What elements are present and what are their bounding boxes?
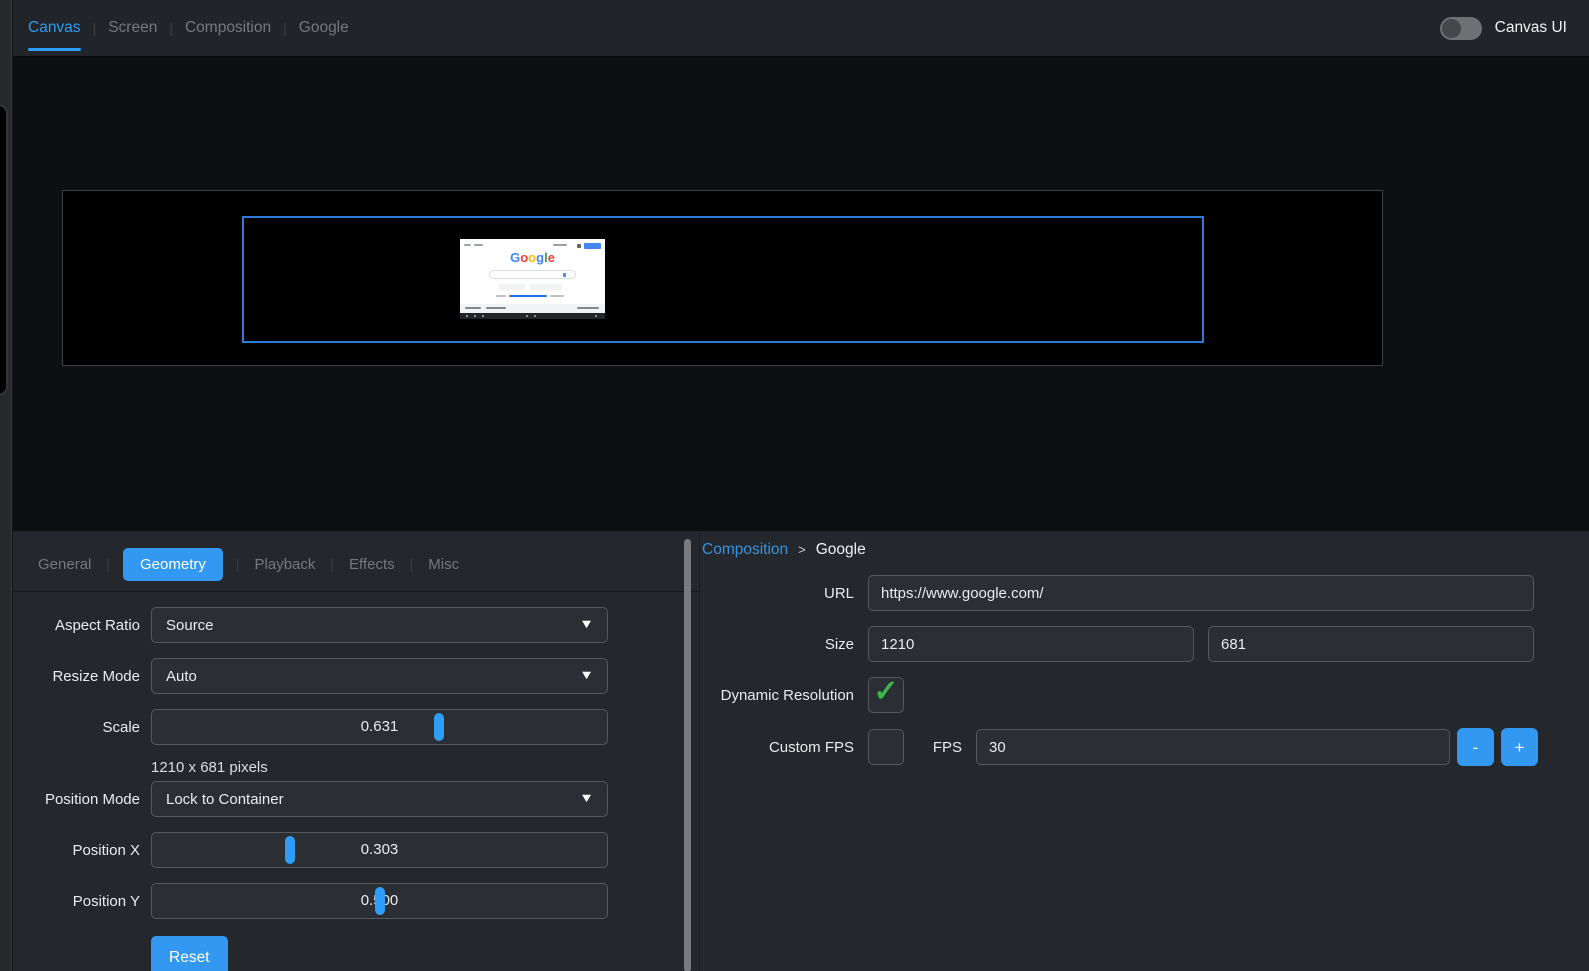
tab-separator: | [169, 20, 173, 36]
tab-separator: | [410, 556, 414, 572]
clipped-side-panel [0, 104, 8, 396]
layer-selection-box[interactable]: Google [242, 216, 1204, 343]
position-y-slider[interactable]: 0.500 [151, 883, 608, 919]
thumbnail-footer [460, 304, 605, 313]
canvas-ui-toggle-label: Canvas UI [1495, 19, 1567, 37]
top-bar: Canvas | Screen | Composition | Google [13, 0, 1589, 57]
tab-screen-label: Screen [108, 19, 157, 37]
app-window: Canvas | Screen | Composition | Google [0, 0, 1589, 971]
breadcrumb-separator-icon: > [798, 542, 806, 557]
resize-mode-value: Auto [166, 668, 197, 685]
thumbnail-topbar-text [474, 244, 483, 246]
tab-composition[interactable]: Composition [185, 0, 271, 56]
left-edge-gutter [0, 0, 12, 971]
tab-misc[interactable]: Misc [426, 548, 461, 581]
url-input[interactable] [868, 575, 1534, 611]
thumbnail-google-logo: Google [460, 251, 605, 264]
left-panel-scrollbar[interactable] [684, 539, 691, 971]
google-layer-thumbnail[interactable]: Google [460, 239, 605, 319]
aspect-ratio-dropdown[interactable]: Source ▼ [151, 607, 608, 643]
thumbnail-taskbar [460, 313, 605, 319]
canvas-ui-toggle-group: Canvas UI [1440, 17, 1567, 40]
position-x-slider-thumb[interactable] [285, 836, 295, 864]
check-icon: ✓ [873, 677, 898, 707]
tab-separator: | [93, 20, 97, 36]
dynamic-resolution-checkbox[interactable]: ✓ [868, 677, 904, 713]
breadcrumb: Composition > Google [702, 539, 1589, 560]
tab-canvas[interactable]: Canvas [28, 0, 81, 56]
position-x-slider[interactable]: 0.303 [151, 832, 608, 868]
main-area: Canvas | Screen | Composition | Google [13, 0, 1589, 971]
fps-input[interactable] [976, 729, 1450, 765]
tab-separator: | [106, 556, 110, 572]
thumbnail-search-button [499, 284, 525, 290]
active-tab-underline [28, 48, 81, 51]
chevron-down-icon: ▼ [579, 617, 594, 631]
aspect-ratio-value: Source [166, 617, 214, 634]
custom-fps-checkbox[interactable] [868, 729, 904, 765]
tab-google[interactable]: Google [299, 0, 349, 56]
canvas-stage[interactable]: Google [62, 190, 1383, 366]
aspect-ratio-label: Aspect Ratio [13, 617, 140, 634]
resize-mode-dropdown[interactable]: Auto ▼ [151, 658, 608, 694]
tab-composition-label: Composition [185, 19, 271, 37]
pixel-size-text: 1210 x 681 pixels [151, 759, 699, 776]
tab-separator: | [236, 556, 240, 572]
tab-google-label: Google [299, 19, 349, 37]
scale-label: Scale [13, 719, 140, 736]
fps-increment-button[interactable]: + [1501, 728, 1538, 766]
thumbnail-search-box [489, 270, 576, 279]
thumbnail-gmail-images-text [553, 244, 567, 246]
thumbnail-promo-text [550, 295, 564, 297]
thumbnail-topbar-text [464, 244, 471, 246]
size-label: Size [702, 636, 854, 653]
position-mode-dropdown[interactable]: Lock to Container ▼ [151, 781, 608, 817]
size-height-input[interactable] [1208, 626, 1534, 662]
position-x-label: Position X [13, 842, 140, 859]
canvas-ui-toggle[interactable] [1440, 17, 1482, 40]
tab-separator: | [330, 556, 334, 572]
position-x-value: 0.303 [361, 841, 399, 858]
view-tabs: Canvas | Screen | Composition | Google [28, 0, 349, 56]
tab-screen[interactable]: Screen [108, 0, 157, 56]
tab-effects[interactable]: Effects [347, 548, 397, 581]
thumbnail-apps-grid-icon [577, 244, 581, 248]
thumbnail-lucky-button [530, 284, 562, 290]
breadcrumb-composition-link[interactable]: Composition [702, 541, 788, 559]
scale-slider-thumb[interactable] [434, 713, 444, 741]
scale-value: 0.631 [361, 718, 399, 735]
size-width-input[interactable] [868, 626, 1194, 662]
position-y-slider-thumb[interactable] [375, 887, 385, 915]
custom-fps-label: Custom FPS [702, 739, 854, 756]
breadcrumb-current: Google [816, 541, 866, 559]
tabs-divider [13, 591, 699, 592]
tab-playback[interactable]: Playback [253, 548, 318, 581]
position-mode-label: Position Mode [13, 791, 140, 808]
layer-properties-panel: General | Geometry | Playback | Effects … [13, 531, 700, 971]
chevron-down-icon: ▼ [579, 791, 594, 805]
position-y-label: Position Y [13, 893, 140, 910]
toggle-knob-icon [1442, 19, 1461, 38]
thumbnail-promo-link [509, 295, 547, 297]
bottom-panels: General | Geometry | Playback | Effects … [13, 530, 1589, 971]
tab-canvas-label: Canvas [28, 19, 81, 37]
tab-geometry[interactable]: Geometry [123, 548, 223, 581]
url-label: URL [702, 585, 854, 602]
resize-mode-label: Resize Mode [13, 668, 140, 685]
tab-separator: | [283, 20, 287, 36]
chevron-down-icon: ▼ [579, 668, 594, 682]
property-tabs: General | Geometry | Playback | Effects … [13, 547, 699, 581]
thumbnail-mic-icon [563, 273, 566, 277]
reset-button[interactable]: Reset [151, 936, 228, 971]
thumbnail-promo-text [496, 295, 506, 297]
source-settings-panel: Composition > Google URL Size Dynamic Re… [700, 531, 1589, 971]
fps-decrement-button[interactable]: - [1457, 728, 1494, 766]
position-mode-value: Lock to Container [166, 791, 284, 808]
tab-general[interactable]: General [36, 548, 93, 581]
dynamic-resolution-label: Dynamic Resolution [702, 687, 854, 704]
canvas-viewport[interactable]: Google [13, 57, 1589, 530]
scale-slider[interactable]: 0.631 [151, 709, 608, 745]
thumbnail-signin-button [584, 243, 601, 249]
fps-label: FPS [928, 739, 962, 756]
